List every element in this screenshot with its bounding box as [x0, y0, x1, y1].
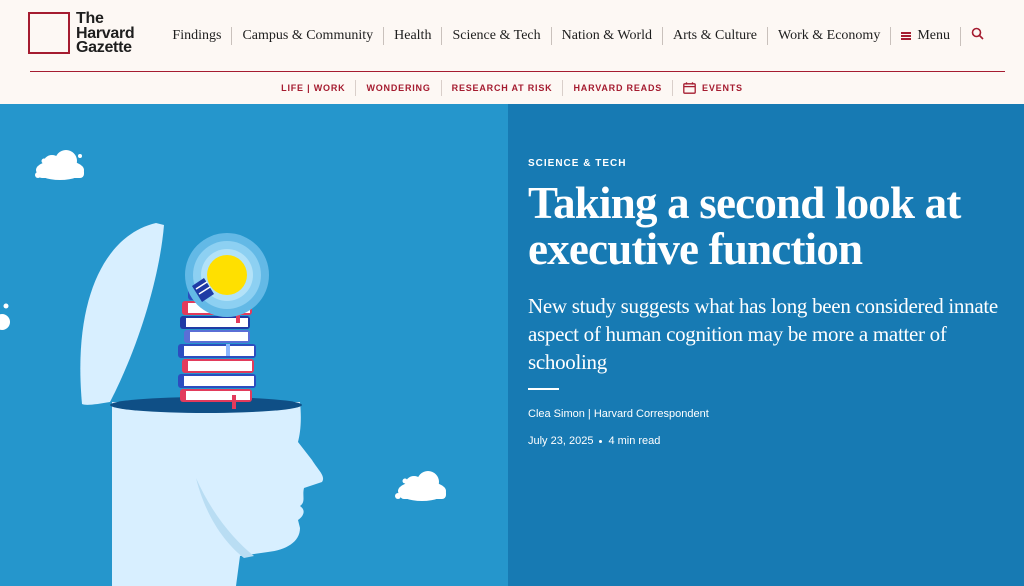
separator-dot-icon: [599, 439, 603, 443]
sub-nav: LIFE | WORK WONDERING RESEARCH AT RISK H…: [0, 80, 1024, 96]
menu-label: Menu: [917, 28, 950, 43]
article-title[interactable]: Taking a second look at executive functi…: [528, 180, 998, 272]
article-date: July 23, 2025: [528, 435, 594, 447]
menu-button[interactable]: Menu: [890, 27, 960, 45]
head-books-lightbulb-illustration: [0, 150, 446, 586]
cloud-icon: [0, 303, 10, 330]
subnav-item-wondering[interactable]: WONDERING: [355, 80, 440, 96]
article-subtitle: New study suggests what has long been co…: [528, 294, 998, 374]
logo-square-icon: [28, 12, 70, 54]
search-button[interactable]: [960, 26, 994, 46]
search-icon: [971, 27, 984, 40]
subnav-item-research-at-risk[interactable]: RESEARCH AT RISK: [440, 80, 563, 96]
main-nav: Findings Campus & Community Health Scien…: [162, 25, 994, 47]
nav-item-science-tech[interactable]: Science & Tech: [441, 27, 550, 45]
hero-illustration: [0, 104, 508, 586]
header-divider: [30, 71, 1005, 72]
lightbulb-icon: [185, 233, 269, 317]
cloud-icon: [35, 150, 84, 180]
article-byline: Clea Simon | Harvard Correspondent: [528, 408, 709, 420]
divider: [528, 388, 559, 390]
cloud-icon: [395, 471, 446, 501]
article-category[interactable]: SCIENCE & TECH: [528, 158, 626, 169]
subnav-item-harvard-reads[interactable]: HARVARD READS: [562, 80, 672, 96]
nav-item-nation-world[interactable]: Nation & World: [550, 27, 662, 45]
nav-item-campus-community[interactable]: Campus & Community: [231, 27, 383, 45]
subnav-item-label: EVENTS: [702, 83, 743, 93]
nav-item-health[interactable]: Health: [383, 27, 441, 45]
nav-item-arts-culture[interactable]: Arts & Culture: [662, 27, 767, 45]
logo-line: Gazette: [76, 39, 132, 56]
head-flap: [80, 223, 164, 405]
site-header: The Harvard Gazette Findings Campus & Co…: [0, 0, 1024, 104]
calendar-icon: [683, 82, 696, 94]
nav-item-work-economy[interactable]: Work & Economy: [767, 27, 890, 45]
hero-article: SCIENCE & TECH Taking a second look at e…: [508, 104, 1024, 586]
logo-wordmark: The Harvard Gazette: [76, 11, 135, 56]
nav-item-findings[interactable]: Findings: [162, 27, 231, 45]
subnav-item-life-work[interactable]: LIFE | WORK: [271, 80, 355, 96]
hamburger-icon: [901, 32, 912, 40]
subnav-item-events[interactable]: EVENTS: [672, 80, 753, 96]
article-meta: July 23, 2025 4 min read: [528, 435, 660, 447]
head-silhouette: [112, 402, 324, 586]
site-logo[interactable]: The Harvard Gazette: [28, 11, 135, 56]
article-read-time: 4 min read: [608, 435, 661, 447]
